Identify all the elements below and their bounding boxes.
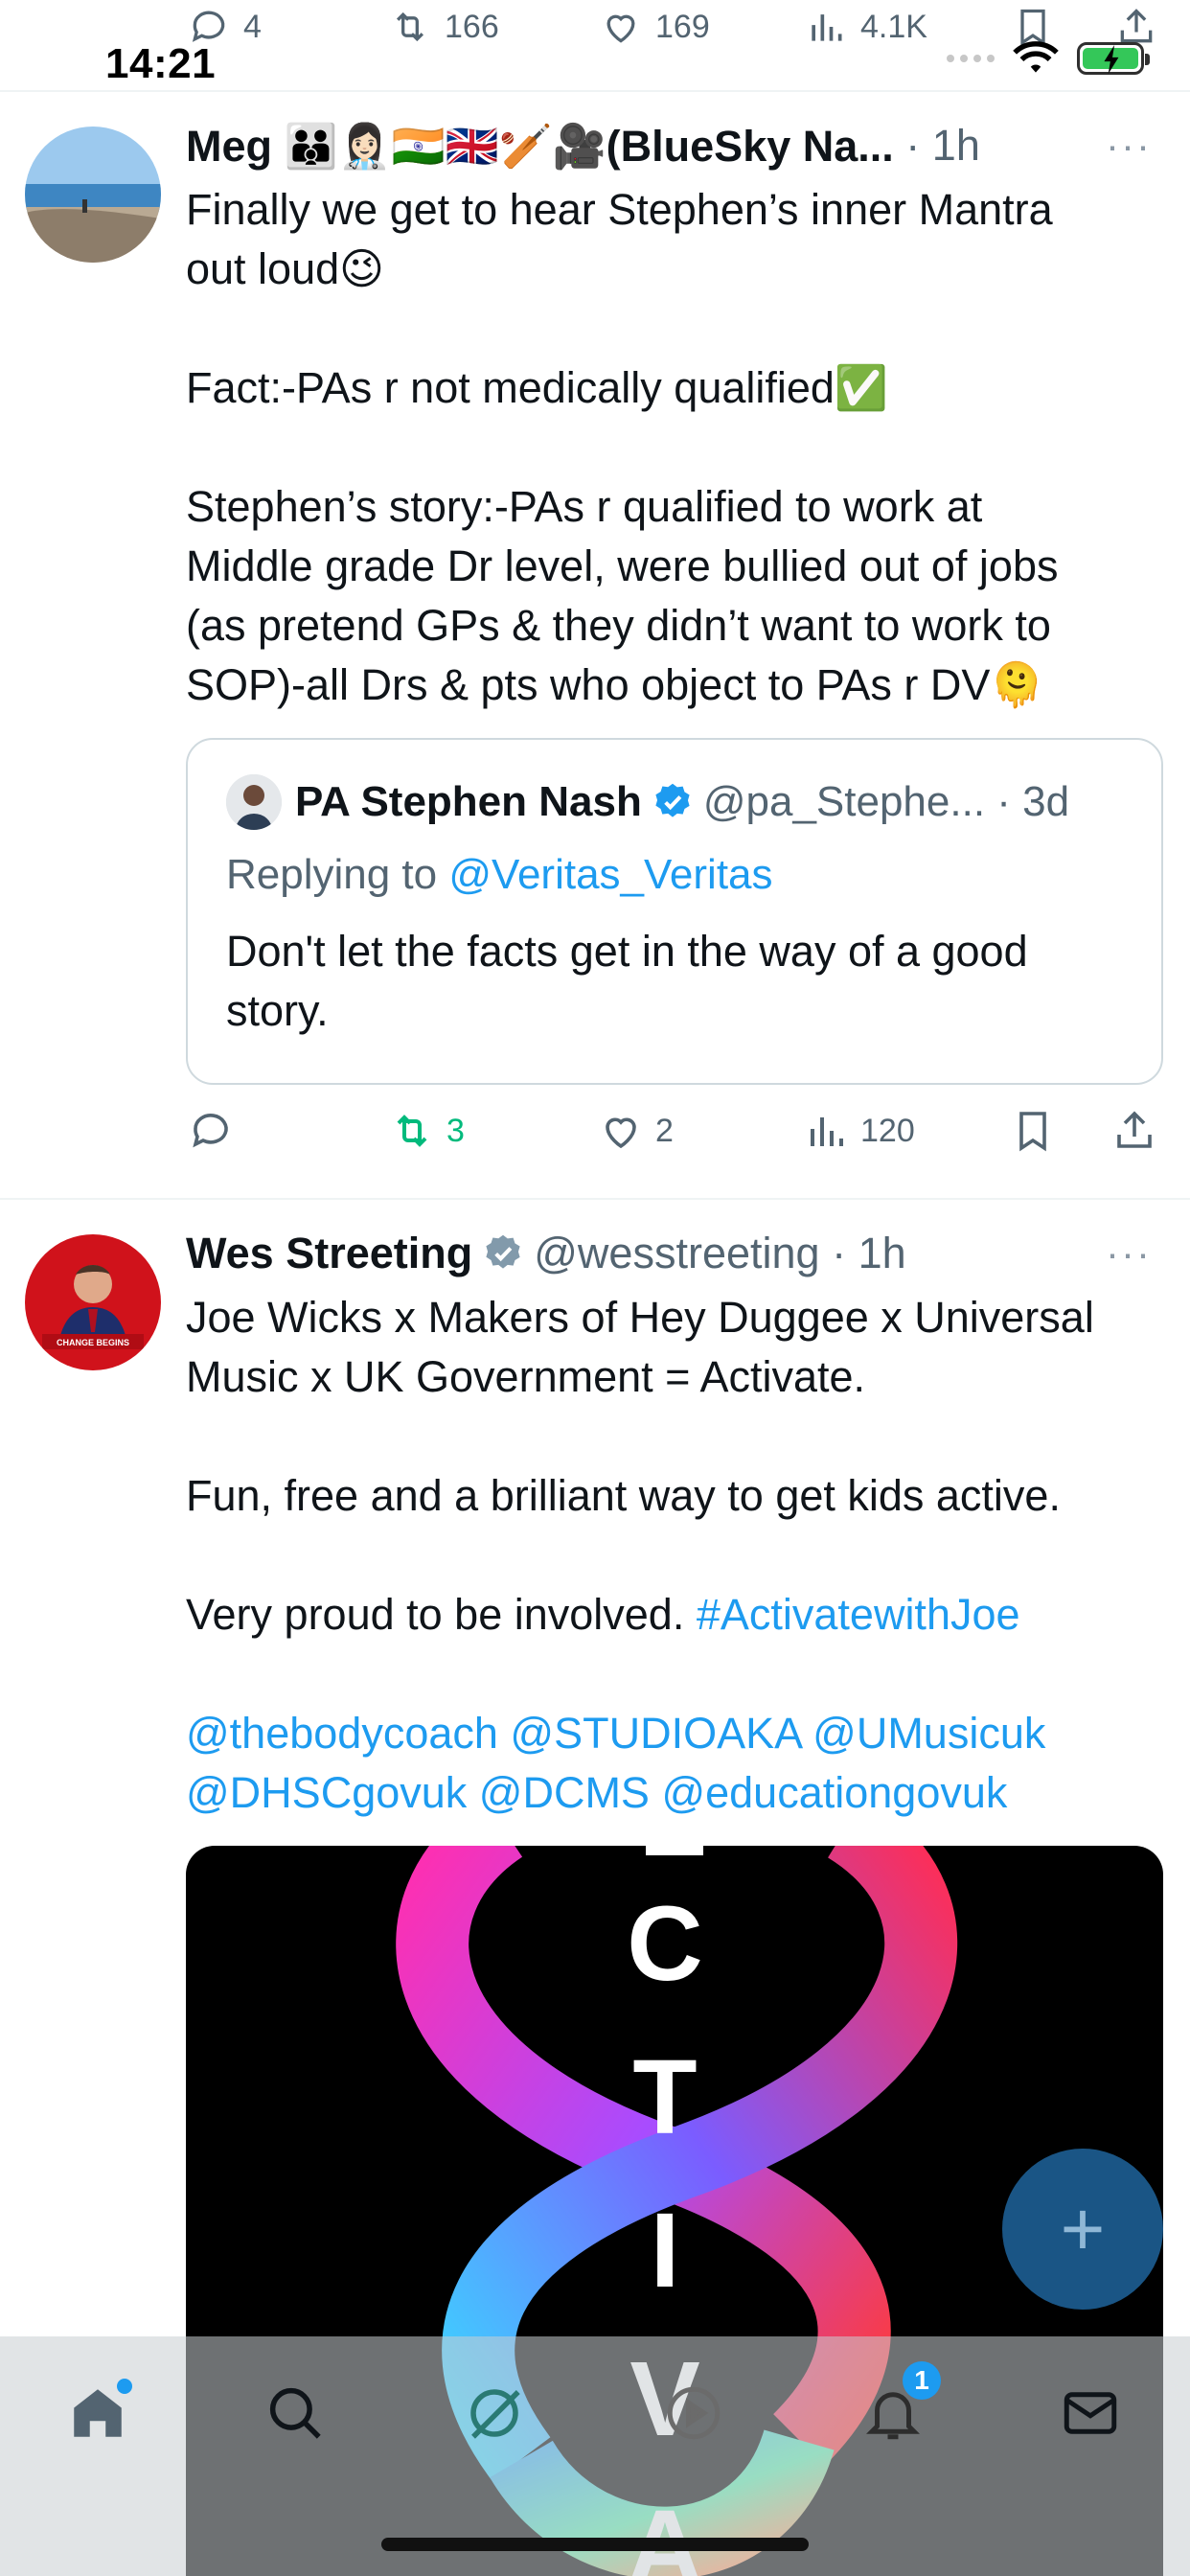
avatar-pa-stephen-nash (226, 774, 282, 830)
verified-badge-icon (655, 783, 690, 817)
divider (0, 90, 1190, 92)
compose-tweet-button[interactable]: + (1002, 2149, 1163, 2310)
nav-messages[interactable] (1052, 2375, 1129, 2451)
play-icon (667, 2386, 721, 2440)
bookmark-icon (1019, 1112, 1046, 1152)
repost-action[interactable]: 166 (389, 6, 499, 48)
wifi-icon (1013, 41, 1059, 73)
envelope-icon (1064, 2392, 1117, 2434)
replying-to: Replying to @Veritas_Veritas (226, 851, 773, 898)
repost-icon (396, 12, 424, 42)
nav-grok[interactable] (456, 2375, 533, 2451)
heart-icon (606, 14, 635, 43)
nav-search[interactable] (257, 2375, 333, 2451)
bookmark-button[interactable] (1010, 1108, 1056, 1154)
quoted-author-name: PA Stephen Nash (295, 778, 642, 825)
text-line: Middle grade Dr level, were bullied out … (186, 541, 1059, 590)
text-line: out loud😉 (186, 244, 385, 293)
nav-video[interactable] (655, 2375, 732, 2451)
battery-icon (1077, 42, 1150, 75)
repost-count: 3 (446, 1112, 465, 1149)
views-action[interactable]: 4.1K (805, 6, 927, 48)
verified-gray-badge-icon (486, 1234, 520, 1269)
text-line: (as pretend GPs & they didn’t want to wo… (186, 601, 1051, 650)
text-line: Fun, free and a brilliant way to get kid… (186, 1471, 1061, 1520)
grok-icon (470, 2389, 520, 2439)
home-indicator (381, 2538, 809, 2551)
reply-icon (193, 1114, 228, 1148)
media-letter: T (632, 2038, 697, 2156)
repost-icon (397, 1115, 427, 1147)
reply-button[interactable] (188, 1108, 245, 1154)
quoted-author-handle: @pa_Stephe... (702, 778, 986, 825)
notifications-badge: 1 (903, 2361, 941, 2400)
text-line: Fact:-PAs r not medically qualified✅ (186, 363, 888, 412)
avatar-meg[interactable] (25, 126, 161, 263)
media-letter: I (651, 2192, 680, 2310)
author-handle[interactable]: @wesstreeting (534, 1229, 819, 1278)
more-options-icon[interactable]: ··· (1106, 123, 1152, 169)
author-name[interactable]: Wes Streeting (186, 1229, 472, 1278)
tweet-time: · 1h (819, 1229, 906, 1277)
quoted-tweet-text: Don't let the facts get in the way of a … (226, 927, 1028, 1035)
tweet-actions: 3 2 120 (186, 1108, 1163, 1165)
replying-to-link[interactable]: @Veritas_Veritas (448, 851, 772, 898)
tweet-text: Joe Wicks x Makers of Hey Duggee x Unive… (186, 1288, 1154, 1823)
author-name[interactable]: Meg 👪👩🏻‍⚕️🇮🇳🇬🇧🏏🎥(BlueSky Na... (186, 121, 894, 172)
tweet-time: · 1h (893, 121, 980, 170)
like-count: 2 (655, 1112, 674, 1149)
media-letter: C (627, 1885, 702, 2003)
status-bar-time: 14:21 (105, 40, 217, 87)
heart-icon (606, 1117, 636, 1149)
tweet-header: Meg 👪👩🏻‍⚕️🇮🇳🇬🇧🏏🎥(BlueSky Na... · 1h ··· (186, 117, 1152, 174)
mentions-line[interactable]: @thebodycoach @STUDIOAKA @UMusicuk (186, 1704, 1154, 1763)
tweet-text: Finally we get to hear Stephen’s inner M… (186, 180, 1154, 715)
views-button[interactable]: 120 (803, 1108, 915, 1154)
cellular-signal-icon (947, 55, 995, 62)
tweet-header: Wes Streeting @wesstreeting · 1h ··· (186, 1225, 1152, 1282)
views-count: 4.1K (860, 8, 927, 45)
new-posts-dot (117, 2379, 132, 2394)
like-action[interactable]: 169 (600, 6, 710, 48)
share-icon (1117, 1111, 1152, 1148)
quoted-tweet-time: · 3d (985, 778, 1070, 825)
text-line: SOP)-all Drs & pts who object to PAs r D… (186, 660, 1044, 709)
text-line: Music x UK Government = Activate. (186, 1352, 866, 1401)
divider (0, 1198, 1190, 1200)
text-line: Finally we get to hear Stephen’s inner M… (186, 185, 1053, 234)
reply-count: 4 (243, 8, 262, 45)
repost-count: 166 (445, 8, 499, 45)
repost-button[interactable]: 3 (389, 1108, 465, 1154)
nav-home[interactable] (59, 2375, 136, 2451)
avatar-wes-streeting[interactable]: CHANGE BEGINS (25, 1234, 161, 1370)
text-line: Very proud to be involved. #Activatewith… (186, 1590, 1020, 1639)
share-button[interactable] (1111, 1108, 1157, 1154)
text-line: Joe Wicks x Makers of Hey Duggee x Unive… (186, 1293, 1094, 1342)
quoted-tweet[interactable]: PA Stephen Nash @pa_Stephe... · 3d Reply… (186, 738, 1163, 1085)
search-icon (269, 2387, 321, 2439)
mentions-line[interactable]: @DHSCgovuk @DCMS @educationgovuk (186, 1763, 1154, 1823)
hashtag-link[interactable]: #ActivatewithJoe (697, 1590, 1020, 1639)
views-icon (811, 1117, 843, 1146)
like-button[interactable]: 2 (598, 1108, 674, 1154)
views-icon (812, 14, 842, 41)
plus-icon: + (1060, 2186, 1106, 2271)
more-options-icon[interactable]: ··· (1106, 1230, 1152, 1276)
like-count: 169 (655, 8, 710, 45)
avatar-caption: CHANGE BEGINS (57, 1338, 129, 1347)
nav-notifications[interactable]: 1 (855, 2361, 941, 2451)
status-bar-icons (947, 40, 1150, 77)
quoted-tweet-header: PA Stephen Nash @pa_Stephe... · 3d (226, 774, 1069, 830)
text-line: Stephen’s story:-PAs r qualified to work… (186, 482, 983, 531)
views-count: 120 (860, 1112, 915, 1149)
